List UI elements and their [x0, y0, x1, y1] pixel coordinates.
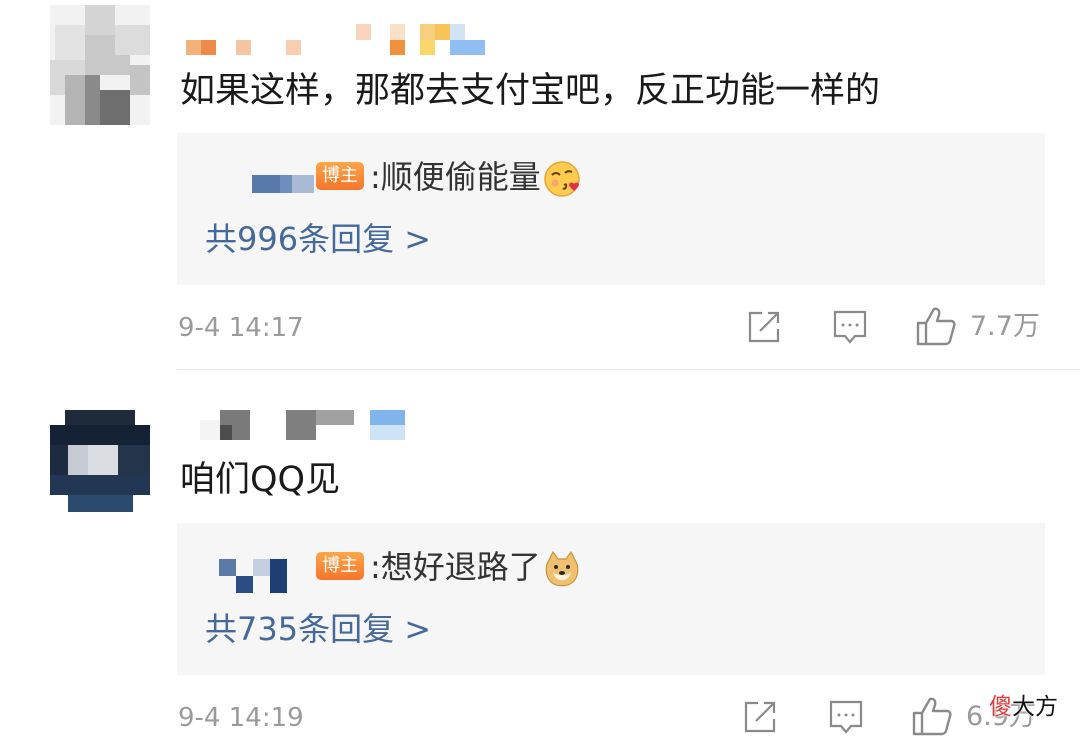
comment-text: 咱们QQ见 [180, 460, 341, 500]
share-icon[interactable] [742, 699, 778, 735]
watermark-char: 傻 [989, 694, 1012, 720]
watermark: 傻大方 [989, 693, 1058, 721]
comment-item: 如果这样，那都去支付宝吧，反正功能一样的 博主 :顺便偷能量 共996条回复 >… [0, 0, 1080, 370]
view-replies-link[interactable]: 共735条回复 > [205, 609, 431, 649]
doge-emoji-icon [543, 550, 581, 588]
username-redacted[interactable] [180, 18, 500, 58]
kissing-emoji-icon [543, 160, 581, 198]
share-icon[interactable] [746, 309, 782, 345]
author-badge: 博主 [316, 552, 364, 580]
avatar[interactable] [50, 410, 150, 512]
comment-text: 如果这样，那都去支付宝吧，反正功能一样的 [180, 71, 881, 111]
username-redacted[interactable] [180, 405, 410, 445]
like-icon[interactable] [911, 695, 953, 737]
like-icon[interactable] [915, 305, 957, 347]
avatar[interactable] [50, 5, 150, 125]
comment-timestamp: 9-4 14:17 [178, 313, 304, 343]
reply-username-redacted[interactable] [252, 175, 314, 195]
watermark-text: 大方 [1012, 694, 1058, 720]
comment-item: 咱们QQ见 博主 :想好退路了 共735条回复 > 9-4 14:19 6.9万 [0, 380, 1080, 743]
reply-box[interactable]: 博主 :顺便偷能量 共996条回复 > [177, 133, 1045, 285]
comment-icon[interactable] [828, 699, 864, 737]
comment-icon[interactable] [832, 309, 868, 347]
view-replies-link[interactable]: 共996条回复 > [205, 219, 431, 259]
reply-text: :想好退路了 [370, 547, 581, 588]
comment-timestamp: 9-4 14:19 [178, 703, 304, 733]
reply-box[interactable]: 博主 :想好退路了 共735条回复 > [177, 523, 1045, 675]
reply-text: :顺便偷能量 [370, 157, 581, 198]
divider [177, 369, 1080, 370]
author-badge: 博主 [316, 162, 364, 190]
like-count: 7.7万 [970, 311, 1040, 342]
reply-username-redacted[interactable] [219, 559, 289, 595]
